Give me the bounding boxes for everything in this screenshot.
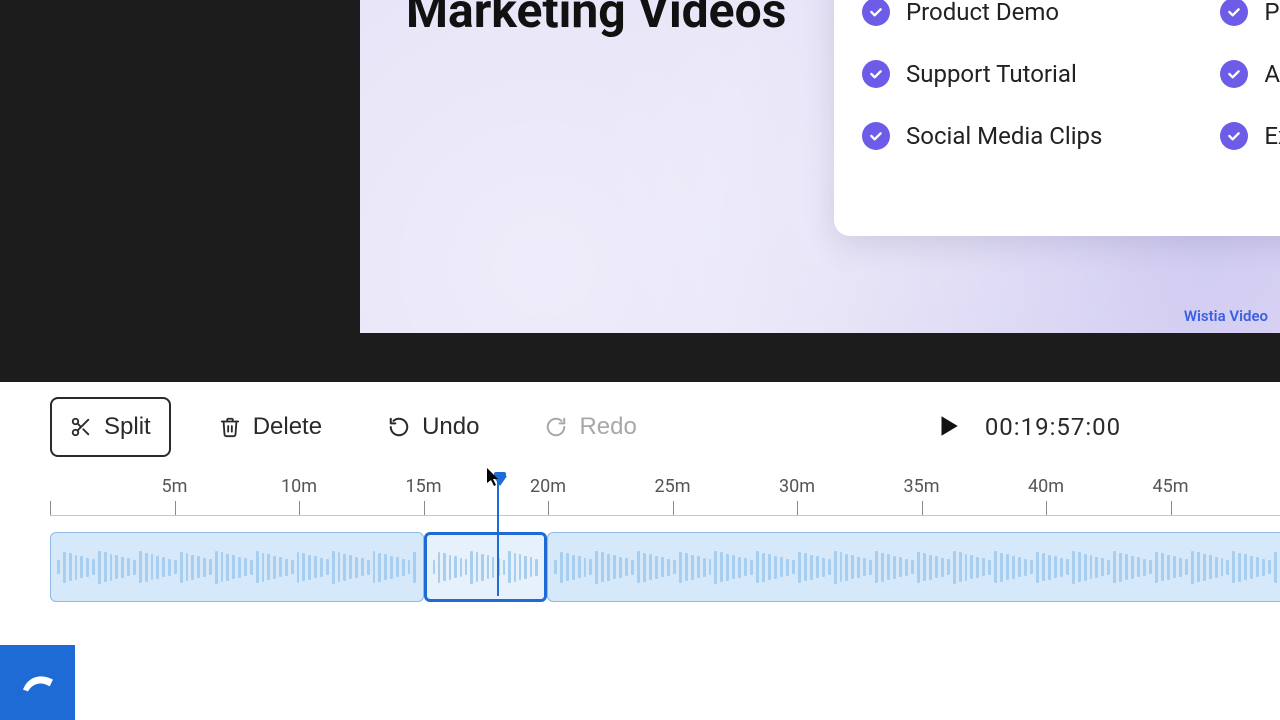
video-editor-app: Marketing Videos Product Demo Support Tu… — [0, 0, 1280, 720]
play-icon — [935, 429, 961, 444]
clip[interactable] — [547, 532, 1280, 602]
split-button[interactable]: Split — [50, 397, 171, 457]
feature-item: Social Media Clips — [862, 122, 1102, 150]
trash-icon — [219, 416, 241, 438]
delete-label: Delete — [253, 413, 322, 441]
ruler-tick-label: 10m — [281, 476, 317, 497]
ruler-tick-label: 20m — [530, 476, 566, 497]
ruler-tick-label: 15m — [405, 476, 441, 497]
clip[interactable] — [50, 532, 424, 602]
ruler-tick — [1046, 501, 1047, 515]
undo-button[interactable]: Undo — [370, 399, 497, 455]
editor-toolbar: Split Delete Undo Redo — [0, 382, 1280, 472]
feature-item: Podcast — [1220, 0, 1280, 26]
split-label: Split — [104, 413, 151, 441]
undo-icon — [388, 416, 410, 438]
timeline[interactable]: 5m 10m 15m 20m 25m 30m 35m 40m 45m — [0, 472, 1280, 720]
ruler-tick — [1171, 501, 1172, 515]
timeline-track[interactable] — [50, 532, 1280, 606]
ruler-tick-label: 5m — [162, 476, 188, 497]
feature-item: Animation — [1220, 60, 1280, 88]
feature-item: Support Tutorial — [862, 60, 1102, 88]
ruler-tick — [50, 501, 51, 515]
delete-button[interactable]: Delete — [201, 399, 340, 455]
ruler-tick — [797, 501, 798, 515]
feature-col-2: Podcast Animation Explainer — [1220, 0, 1280, 184]
feature-card: Product Demo Support Tutorial Social Med… — [834, 0, 1280, 236]
ruler-tick — [548, 501, 549, 515]
watermark-text: Wistia Video — [1184, 307, 1268, 325]
playhead[interactable] — [497, 476, 499, 596]
help-widget[interactable] — [0, 645, 75, 720]
scissors-icon — [70, 416, 92, 438]
ruler-tick-label: 30m — [779, 476, 815, 497]
redo-icon — [545, 416, 567, 438]
check-icon — [1220, 122, 1248, 150]
ruler-tick-label: 25m — [654, 476, 690, 497]
check-icon — [862, 60, 890, 88]
slide-title: Marketing Videos — [406, 0, 786, 36]
ruler-tick — [922, 501, 923, 515]
undo-label: Undo — [422, 413, 479, 441]
feature-item: Explainer — [1220, 122, 1280, 150]
video-preview-frame[interactable]: Marketing Videos Product Demo Support Tu… — [360, 0, 1280, 333]
feature-col-1: Product Demo Support Tutorial Social Med… — [862, 0, 1102, 184]
redo-button[interactable]: Redo — [527, 399, 654, 455]
ruler-tick — [175, 501, 176, 515]
ruler-tick-label: 40m — [1028, 476, 1064, 497]
ruler-tick — [299, 501, 300, 515]
redo-label: Redo — [579, 413, 636, 441]
ruler-tick-label: 35m — [903, 476, 939, 497]
ruler-tick — [424, 501, 425, 515]
play-button[interactable] — [935, 411, 961, 444]
check-icon — [862, 122, 890, 150]
check-icon — [1220, 60, 1248, 88]
timeline-ruler[interactable]: 5m 10m 15m 20m 25m 30m 35m 40m 45m — [50, 476, 1280, 516]
ruler-tick-label: 45m — [1152, 476, 1188, 497]
mouse-cursor — [486, 468, 500, 488]
ruler-tick — [673, 501, 674, 515]
clip-selected[interactable] — [424, 532, 547, 602]
feature-item: Product Demo — [862, 0, 1102, 26]
preview-area: Marketing Videos Product Demo Support Tu… — [0, 0, 1280, 382]
check-icon — [1220, 0, 1248, 26]
timecode-display: 00:19:57:00 — [985, 413, 1121, 441]
check-icon — [862, 0, 890, 26]
